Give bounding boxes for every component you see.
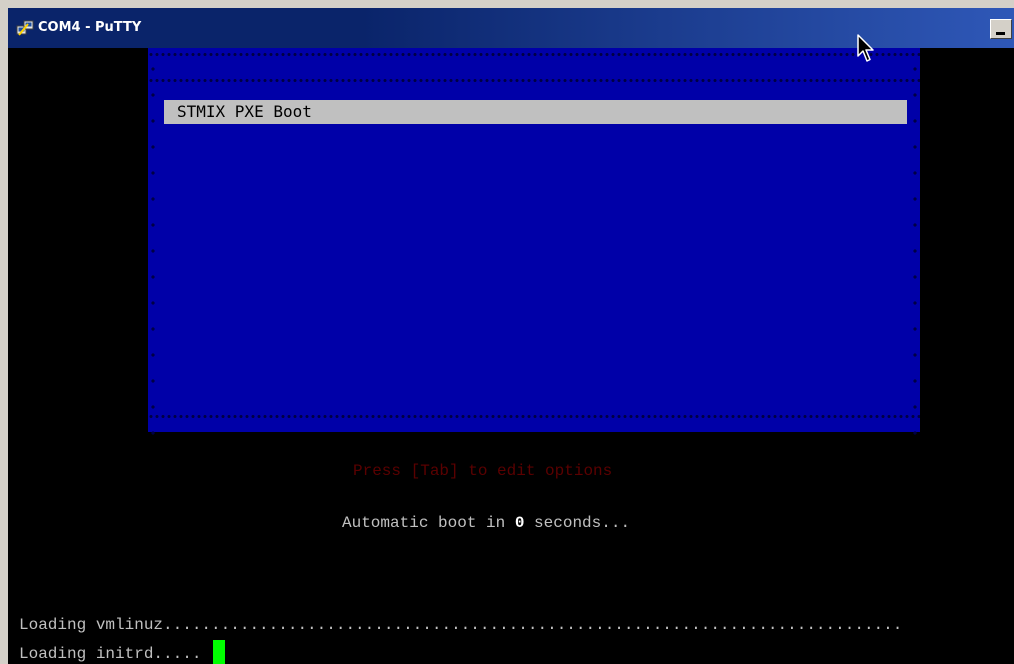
autoboot-suffix: seconds...	[524, 514, 631, 532]
loading-initrd-line: Loading initrd.....	[19, 640, 226, 664]
menu-border-bottom	[148, 414, 920, 419]
loading-initrd-text: Loading initrd.....	[19, 645, 212, 663]
minimize-icon	[996, 32, 1005, 35]
minimize-button[interactable]	[990, 19, 1012, 39]
putty-icon[interactable]	[16, 20, 34, 36]
autoboot-seconds: 0	[514, 514, 525, 532]
loading-kernel-line: Loading vmlinuz.........................…	[19, 616, 903, 634]
menu-border-separator	[148, 78, 920, 83]
mouse-pointer-icon	[857, 34, 874, 62]
menu-item-stmix-pxe-boot[interactable]: STMIX PXE Boot	[164, 100, 907, 124]
putty-window: COM4 - PuTTY STMIX PXE Boot Press [Tab] …	[0, 0, 1014, 664]
terminal-cursor	[213, 640, 226, 664]
autoboot-countdown: Automatic boot in 0 seconds...	[342, 513, 630, 533]
autoboot-prefix: Automatic boot in	[342, 514, 515, 532]
window-title: COM4 - PuTTY	[38, 20, 142, 35]
menu-border-right	[912, 56, 918, 440]
menu-border-top	[148, 52, 920, 57]
terminal-screen[interactable]: STMIX PXE Boot Press [Tab] to edit optio…	[8, 48, 1014, 664]
menu-border-left	[150, 56, 156, 440]
edit-options-hint: Press [Tab] to edit options	[353, 462, 613, 480]
